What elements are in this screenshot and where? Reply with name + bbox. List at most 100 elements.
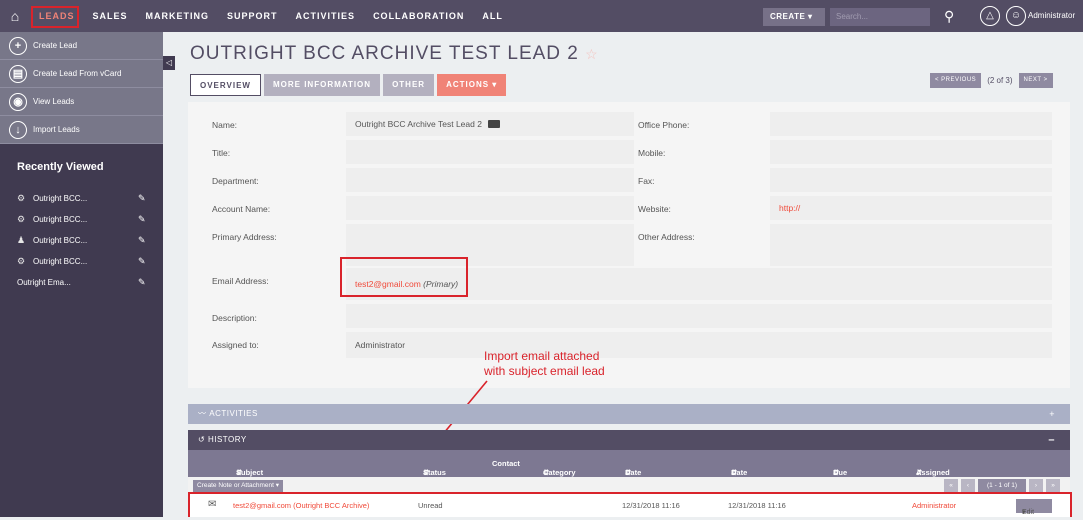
name-text: Outright BCC Archive Test Lead 2 xyxy=(355,119,482,129)
description-value xyxy=(346,304,1052,328)
recent-item-label: Outright BCC... xyxy=(33,257,88,266)
tab-overview[interactable]: OVERVIEW xyxy=(190,74,261,96)
sidebar-import-leads[interactable]: ↓ Import Leads xyxy=(0,116,163,144)
pencil-icon[interactable]: ✎ xyxy=(138,277,146,288)
prev-page-button[interactable]: ‹ xyxy=(961,479,975,492)
recent-item[interactable]: ♟ Outright BCC... ✎ xyxy=(0,230,163,251)
other-address-label: Other Address: xyxy=(638,232,695,242)
nav-collaboration[interactable]: COLLABORATION xyxy=(364,0,473,32)
pencil-icon[interactable]: ✎ xyxy=(138,214,146,225)
website-link[interactable]: http:// xyxy=(779,203,800,213)
user-name[interactable]: Administrator xyxy=(1028,11,1075,20)
row-highlight-box xyxy=(188,492,1072,517)
nav-activities[interactable]: ACTIVITIES xyxy=(287,0,365,32)
detail-tabs: OVERVIEW MORE INFORMATION OTHER ACTIONS … xyxy=(190,74,509,96)
annotation-callout: Import email attached with subject email… xyxy=(484,349,605,379)
sidebar-action-label: View Leads xyxy=(33,97,75,106)
gear-icon: ⚙ xyxy=(17,193,26,203)
sort-icon: ⇵ xyxy=(731,468,738,477)
notifications-icon[interactable]: △ xyxy=(980,6,1000,26)
history-icon: ↺ xyxy=(198,435,206,444)
search-icon[interactable]: ⚲ xyxy=(944,8,954,25)
sort-icon: ⇵ xyxy=(833,468,840,477)
recent-item-label: Outright Ema... xyxy=(17,278,71,287)
recent-item[interactable]: ⚙ Outright BCC... ✎ xyxy=(0,251,163,272)
caret-down-icon: ▾ xyxy=(492,80,498,89)
recent-item[interactable]: ⚙ Outright BCC... ✎ xyxy=(0,188,163,209)
activities-icon: 〰 xyxy=(198,409,207,418)
activities-subpanel-header[interactable]: 〰 ACTIVITIES + xyxy=(188,404,1070,424)
recent-item[interactable]: Outright Ema... ✎ xyxy=(0,272,163,293)
pencil-icon[interactable]: ✎ xyxy=(138,193,146,204)
create-button[interactable]: CREATE ▾ xyxy=(763,8,825,26)
person-icon: ♟ xyxy=(17,235,26,245)
nav-marketing[interactable]: MARKETING xyxy=(137,0,219,32)
last-page-button[interactable]: » xyxy=(1046,479,1060,492)
sidebar-view-leads[interactable]: ◉ View Leads xyxy=(0,88,163,116)
history-subpanel-header[interactable]: ↺ HISTORY – xyxy=(188,430,1070,450)
create-note-label: Create Note or Attachment xyxy=(197,482,274,489)
sidebar-action-label: Import Leads xyxy=(33,125,80,134)
tab-actions[interactable]: ACTIONS ▾ xyxy=(437,74,507,96)
next-page-button[interactable]: › xyxy=(1029,479,1043,492)
user-avatar-icon[interactable]: ☺ xyxy=(1006,6,1026,26)
pencil-icon[interactable]: ✎ xyxy=(138,235,146,246)
tab-other[interactable]: OTHER xyxy=(383,74,435,96)
first-page-button[interactable]: « xyxy=(944,479,958,492)
nav-support[interactable]: SUPPORT xyxy=(218,0,287,32)
vcard-icon: ▤ xyxy=(9,64,27,83)
previous-button[interactable]: < PREVIOUS xyxy=(930,73,982,88)
caret-down-icon: ▾ xyxy=(808,12,813,21)
eye-icon: ◉ xyxy=(9,92,27,111)
website-label: Website: xyxy=(638,204,671,214)
nav-sales[interactable]: SALES xyxy=(84,0,137,32)
col-contact[interactable]: Contact xyxy=(492,459,520,468)
caret-down-icon: ▾ xyxy=(275,482,280,489)
nav-all[interactable]: ALL xyxy=(473,0,512,32)
name-value: Outright BCC Archive Test Lead 2 xyxy=(346,112,634,136)
mobile-value xyxy=(770,140,1052,164)
department-label: Department: xyxy=(212,176,259,186)
sidebar: + Create Lead ▤ Create Lead From vCard ◉ Vi… xyxy=(0,32,163,517)
sidebar-action-label: Create Lead From vCard xyxy=(33,69,122,78)
recently-viewed-heading: Recently Viewed xyxy=(17,161,104,173)
pencil-icon[interactable]: ✎ xyxy=(138,256,146,267)
sort-icon: ⇵ xyxy=(916,468,923,477)
tab-more-information[interactable]: MORE INFORMATION xyxy=(263,74,381,96)
website-value: http:// xyxy=(770,196,1052,220)
fax-value xyxy=(770,168,1052,192)
title-label: Title: xyxy=(212,148,231,158)
office-phone-label: Office Phone: xyxy=(638,120,690,130)
vcard-icon[interactable] xyxy=(487,120,500,128)
department-value xyxy=(346,168,634,192)
home-icon[interactable]: ⌂ xyxy=(0,0,30,32)
history-table-header: Subject ⇵ Status ⇵ Contact Category ⇵ Da… xyxy=(188,450,1070,486)
email-address-label: Email Address: xyxy=(212,276,269,286)
sort-icon: ⇵ xyxy=(236,468,243,477)
annotation-line-1: Import email attached xyxy=(484,349,600,363)
download-icon: ↓ xyxy=(9,120,27,139)
recent-item[interactable]: ⚙ Outright BCC... ✎ xyxy=(0,209,163,230)
sidebar-create-lead-vcard[interactable]: ▤ Create Lead From vCard xyxy=(0,60,163,88)
page-title: OUTRIGHT BCC ARCHIVE TEST LEAD 2 ☆ xyxy=(190,43,599,65)
sidebar-create-lead[interactable]: + Create Lead xyxy=(0,32,163,60)
leads-highlight-box xyxy=(31,6,79,28)
collapse-minus-icon[interactable]: – xyxy=(1048,430,1055,450)
history-title: HISTORY xyxy=(207,435,247,444)
account-name-value xyxy=(346,196,634,220)
account-name-label: Account Name: xyxy=(212,204,271,214)
name-label: Name: xyxy=(212,120,238,130)
activities-title: ACTIVITIES xyxy=(209,409,258,418)
annotation-line-2: with subject email lead xyxy=(484,364,605,378)
create-note-button[interactable]: Create Note or Attachment ▾ xyxy=(193,480,284,492)
expand-plus-icon[interactable]: + xyxy=(1049,404,1055,424)
assigned-to-value: Administrator xyxy=(346,332,1052,358)
mobile-label: Mobile: xyxy=(638,148,666,158)
search-input[interactable]: Search... xyxy=(830,8,930,26)
collapse-sidebar-icon[interactable]: ◁ xyxy=(163,56,175,70)
next-button[interactable]: NEXT > xyxy=(1018,73,1053,88)
record-title: OUTRIGHT BCC ARCHIVE TEST LEAD 2 xyxy=(190,43,579,64)
favorite-star-icon[interactable]: ☆ xyxy=(585,46,599,62)
sort-icon: ⇵ xyxy=(423,468,430,477)
other-address-value xyxy=(770,224,1052,266)
